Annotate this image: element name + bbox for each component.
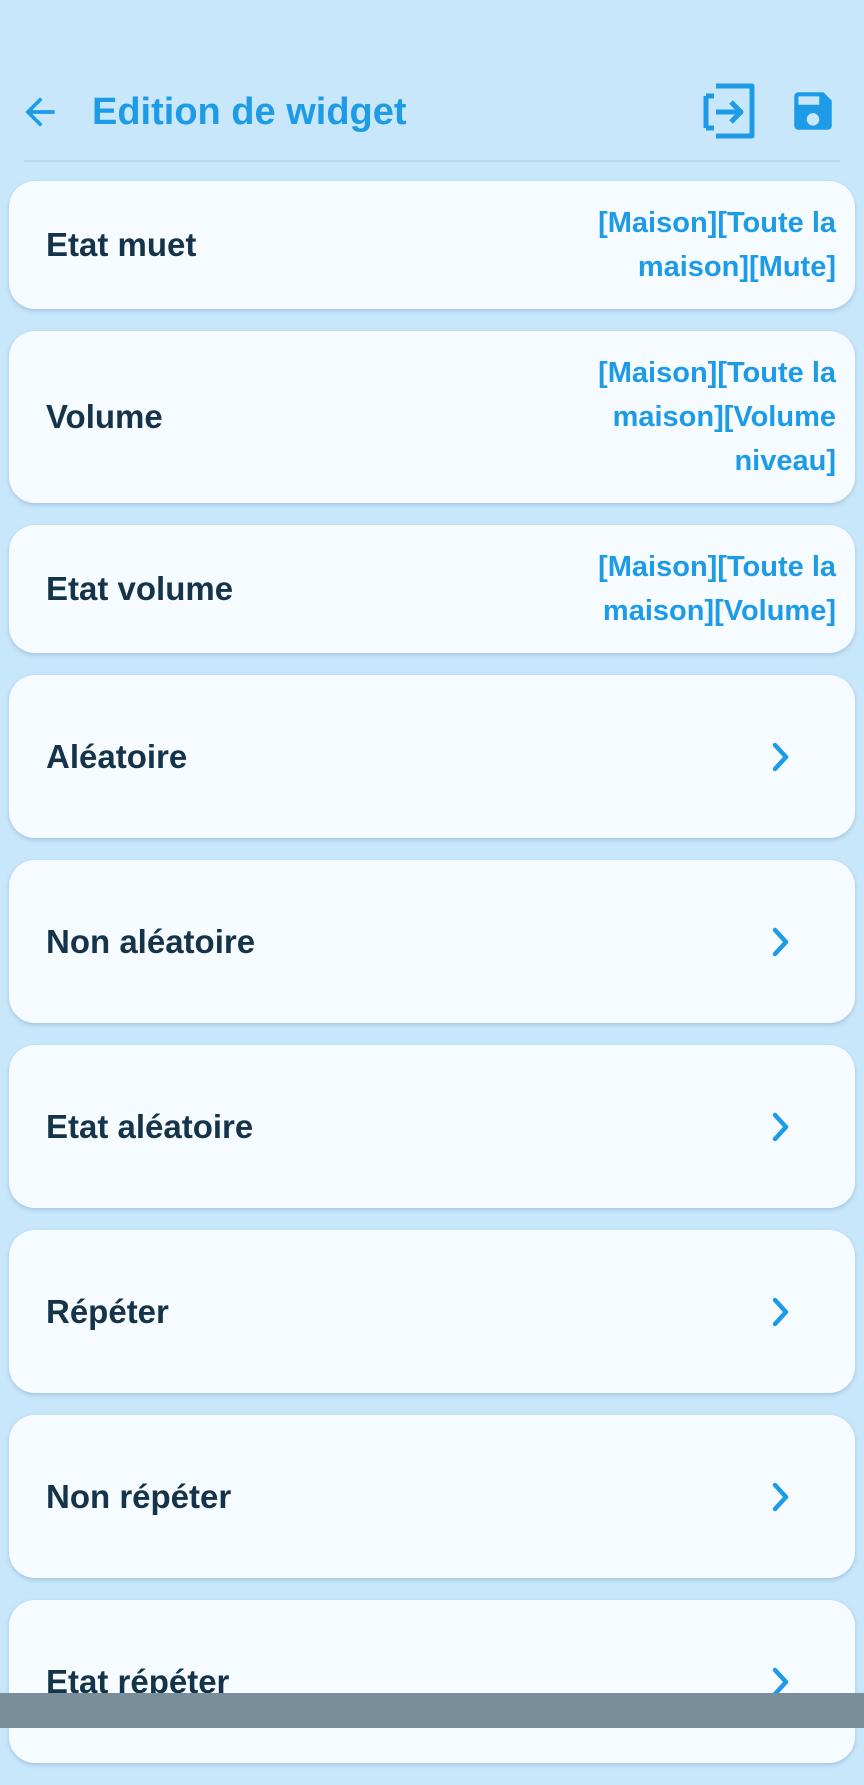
floppy-disk-icon xyxy=(794,92,832,130)
list-item-etat-volume[interactable]: Etat volume [Maison][Toute la maison][Vo… xyxy=(9,525,855,653)
list-item-non-aleatoire[interactable]: Non aléatoire xyxy=(9,860,855,1023)
import-button[interactable] xyxy=(698,80,760,142)
app-bar: Edition de widget xyxy=(0,0,864,162)
item-label: Répéter xyxy=(46,1292,169,1330)
system-navigation-bar xyxy=(0,1693,864,1728)
save-button[interactable] xyxy=(782,80,844,142)
chevron-right-icon xyxy=(769,1481,793,1513)
list-item-aleatoire[interactable]: Aléatoire xyxy=(9,675,855,838)
chevron-right-icon xyxy=(769,1111,793,1143)
import-icon xyxy=(703,83,755,139)
chevron-right-icon xyxy=(769,1296,793,1328)
chevron-right-icon xyxy=(769,926,793,958)
page-title: Edition de widget xyxy=(92,91,407,133)
item-value: [Maison][Toute la maison][Volume] xyxy=(598,551,836,627)
settings-list: Etat muet [Maison][Toute la maison][Mute… xyxy=(9,181,855,1785)
list-item-volume[interactable]: Volume [Maison][Toute la maison][Volume … xyxy=(9,331,855,503)
list-item-non-repeter[interactable]: Non répéter xyxy=(9,1415,855,1578)
item-label: Etat muet xyxy=(46,226,197,263)
item-label: Non aléatoire xyxy=(46,922,256,960)
arrow-left-icon xyxy=(25,97,55,127)
list-item-etat-aleatoire[interactable]: Etat aléatoire xyxy=(9,1045,855,1208)
item-label: Etat volume xyxy=(46,570,234,607)
app-bar-divider xyxy=(24,160,840,162)
item-label: Etat aléatoire xyxy=(46,1107,254,1145)
chevron-right-icon xyxy=(769,741,793,773)
item-label: Non répéter xyxy=(46,1477,232,1515)
back-button[interactable] xyxy=(12,84,68,140)
item-value: [Maison][Toute la maison][Mute] xyxy=(598,207,836,283)
list-item-etat-repeter[interactable]: Etat répéter xyxy=(9,1600,855,1763)
item-label: Volume xyxy=(46,398,163,435)
item-label: Aléatoire xyxy=(46,737,188,775)
list-item-repeter[interactable]: Répéter xyxy=(9,1230,855,1393)
item-value: [Maison][Toute la maison][Volume niveau] xyxy=(598,357,836,477)
list-item-etat-muet[interactable]: Etat muet [Maison][Toute la maison][Mute… xyxy=(9,181,855,309)
